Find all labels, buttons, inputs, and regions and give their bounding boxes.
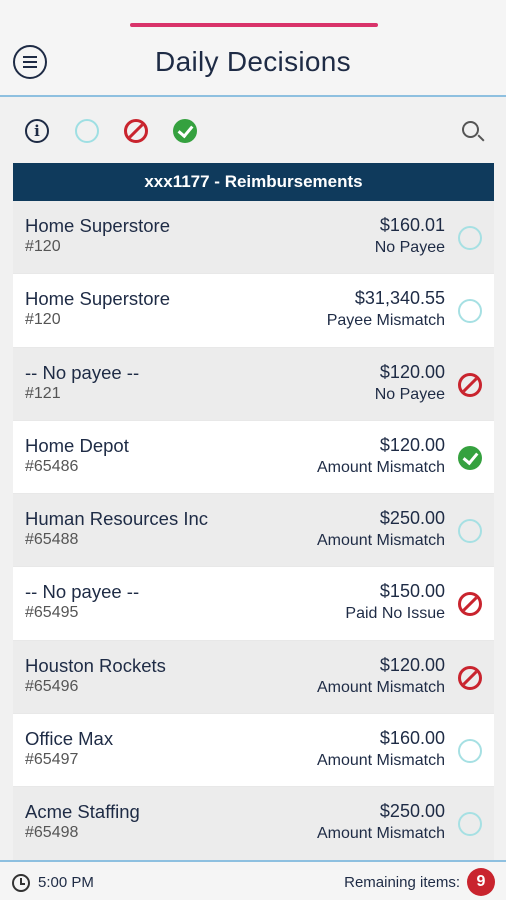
block-icon[interactable] <box>458 592 482 617</box>
list-item[interactable]: -- No payee -- #121 $120.00 No Payee <box>13 347 494 421</box>
list-item[interactable]: Human Resources Inc #65488 $250.00 Amount M… <box>13 494 494 568</box>
reference-number: #121 <box>25 384 61 402</box>
amount: $250.00 <box>379 801 445 822</box>
issue-label: No Payee <box>374 385 445 403</box>
list-item[interactable]: Home Superstore #120 $160.01 No Payee <box>13 201 494 275</box>
amount: $31,340.55 <box>354 288 445 309</box>
list-item[interactable]: Office Max #65497 $160.00 Amount Mismatch <box>13 714 494 788</box>
pending-circle-icon[interactable] <box>458 812 482 837</box>
block-icon[interactable] <box>458 372 482 397</box>
reference-number: #65486 <box>25 457 79 475</box>
list-item[interactable]: Acme Staffing #65498 $250.00 Amount Mismatc… <box>13 787 494 861</box>
payee-name: Office Max <box>25 728 114 750</box>
issue-label: Amount Mismatch <box>316 825 445 843</box>
payee-name: Home Superstore <box>25 288 170 310</box>
amount: $250.00 <box>379 508 445 529</box>
amount: $120.00 <box>379 434 445 455</box>
check-icon[interactable] <box>458 445 482 470</box>
issue-label: Amount Mismatch <box>316 458 445 476</box>
footer: 5:00 PM Remaining items: 9 <box>0 860 506 900</box>
remaining-label: Remaining items: <box>344 874 460 891</box>
block-icon[interactable] <box>458 665 482 690</box>
remaining-count-badge[interactable]: 9 <box>467 868 495 896</box>
issue-label: Paid No Issue <box>345 605 445 623</box>
clock-icon <box>12 874 30 892</box>
approved-filter-icon[interactable] <box>173 119 197 143</box>
accent-bar <box>130 23 378 27</box>
reference-number: #65497 <box>25 751 79 769</box>
reference-number: #65488 <box>25 531 79 549</box>
reference-number: #65498 <box>25 824 79 842</box>
pending-circle-icon[interactable] <box>458 226 482 250</box>
list-item[interactable]: Home Superstore #120 $31,340.55 Payee Misma… <box>13 274 494 348</box>
payee-name: Home Superstore <box>25 215 170 236</box>
reference-number: #65495 <box>25 604 79 622</box>
pending-circle-icon[interactable] <box>458 519 482 544</box>
amount: $160.01 <box>379 215 445 235</box>
payee-name: -- No payee -- <box>25 361 140 383</box>
amount: $160.00 <box>379 728 445 749</box>
account-header: xxx1177 - Reimbursements <box>13 163 494 201</box>
amount: $120.00 <box>379 654 445 675</box>
app-header: Daily Decisions <box>0 0 506 97</box>
payee-name: Home Depot <box>25 434 129 456</box>
issue-label: Amount Mismatch <box>316 532 445 550</box>
list-item[interactable]: -- No payee -- #65495 $150.00 Paid No Issue <box>13 567 494 641</box>
page-title: Daily Decisions <box>155 46 351 77</box>
filter-bar: i <box>0 99 506 161</box>
list-item[interactable]: Houston Rockets #65496 $120.00 Amount Misma… <box>13 640 494 715</box>
issue-label: No Payee <box>374 239 445 256</box>
item-list: Home Superstore #120 $160.01 No Payee Home S… <box>13 201 494 861</box>
pending-circle-icon[interactable] <box>458 299 482 324</box>
reference-number: #120 <box>25 238 61 255</box>
issue-label: Amount Mismatch <box>316 752 445 770</box>
pending-filter-icon[interactable] <box>75 119 99 143</box>
issue-label: Payee Mismatch <box>326 312 445 330</box>
payee-name: Houston Rockets <box>25 654 166 676</box>
payee-name: Human Resources Inc <box>25 508 209 530</box>
payee-name: Acme Staffing <box>25 801 140 823</box>
pending-circle-icon[interactable] <box>458 739 482 764</box>
payee-name: -- No payee -- <box>25 581 140 603</box>
search-icon[interactable] <box>462 121 479 138</box>
reference-number: #65496 <box>25 677 79 695</box>
amount: $120.00 <box>379 361 445 382</box>
rejected-filter-icon[interactable] <box>124 119 148 143</box>
issue-label: Amount Mismatch <box>316 678 445 696</box>
info-icon[interactable]: i <box>25 119 49 143</box>
list-item[interactable]: Home Depot #65486 $120.00 Amount Mismatch <box>13 420 494 495</box>
reference-number: #120 <box>25 311 61 329</box>
amount: $150.00 <box>379 581 445 602</box>
time-label: 5:00 PM <box>38 874 94 891</box>
